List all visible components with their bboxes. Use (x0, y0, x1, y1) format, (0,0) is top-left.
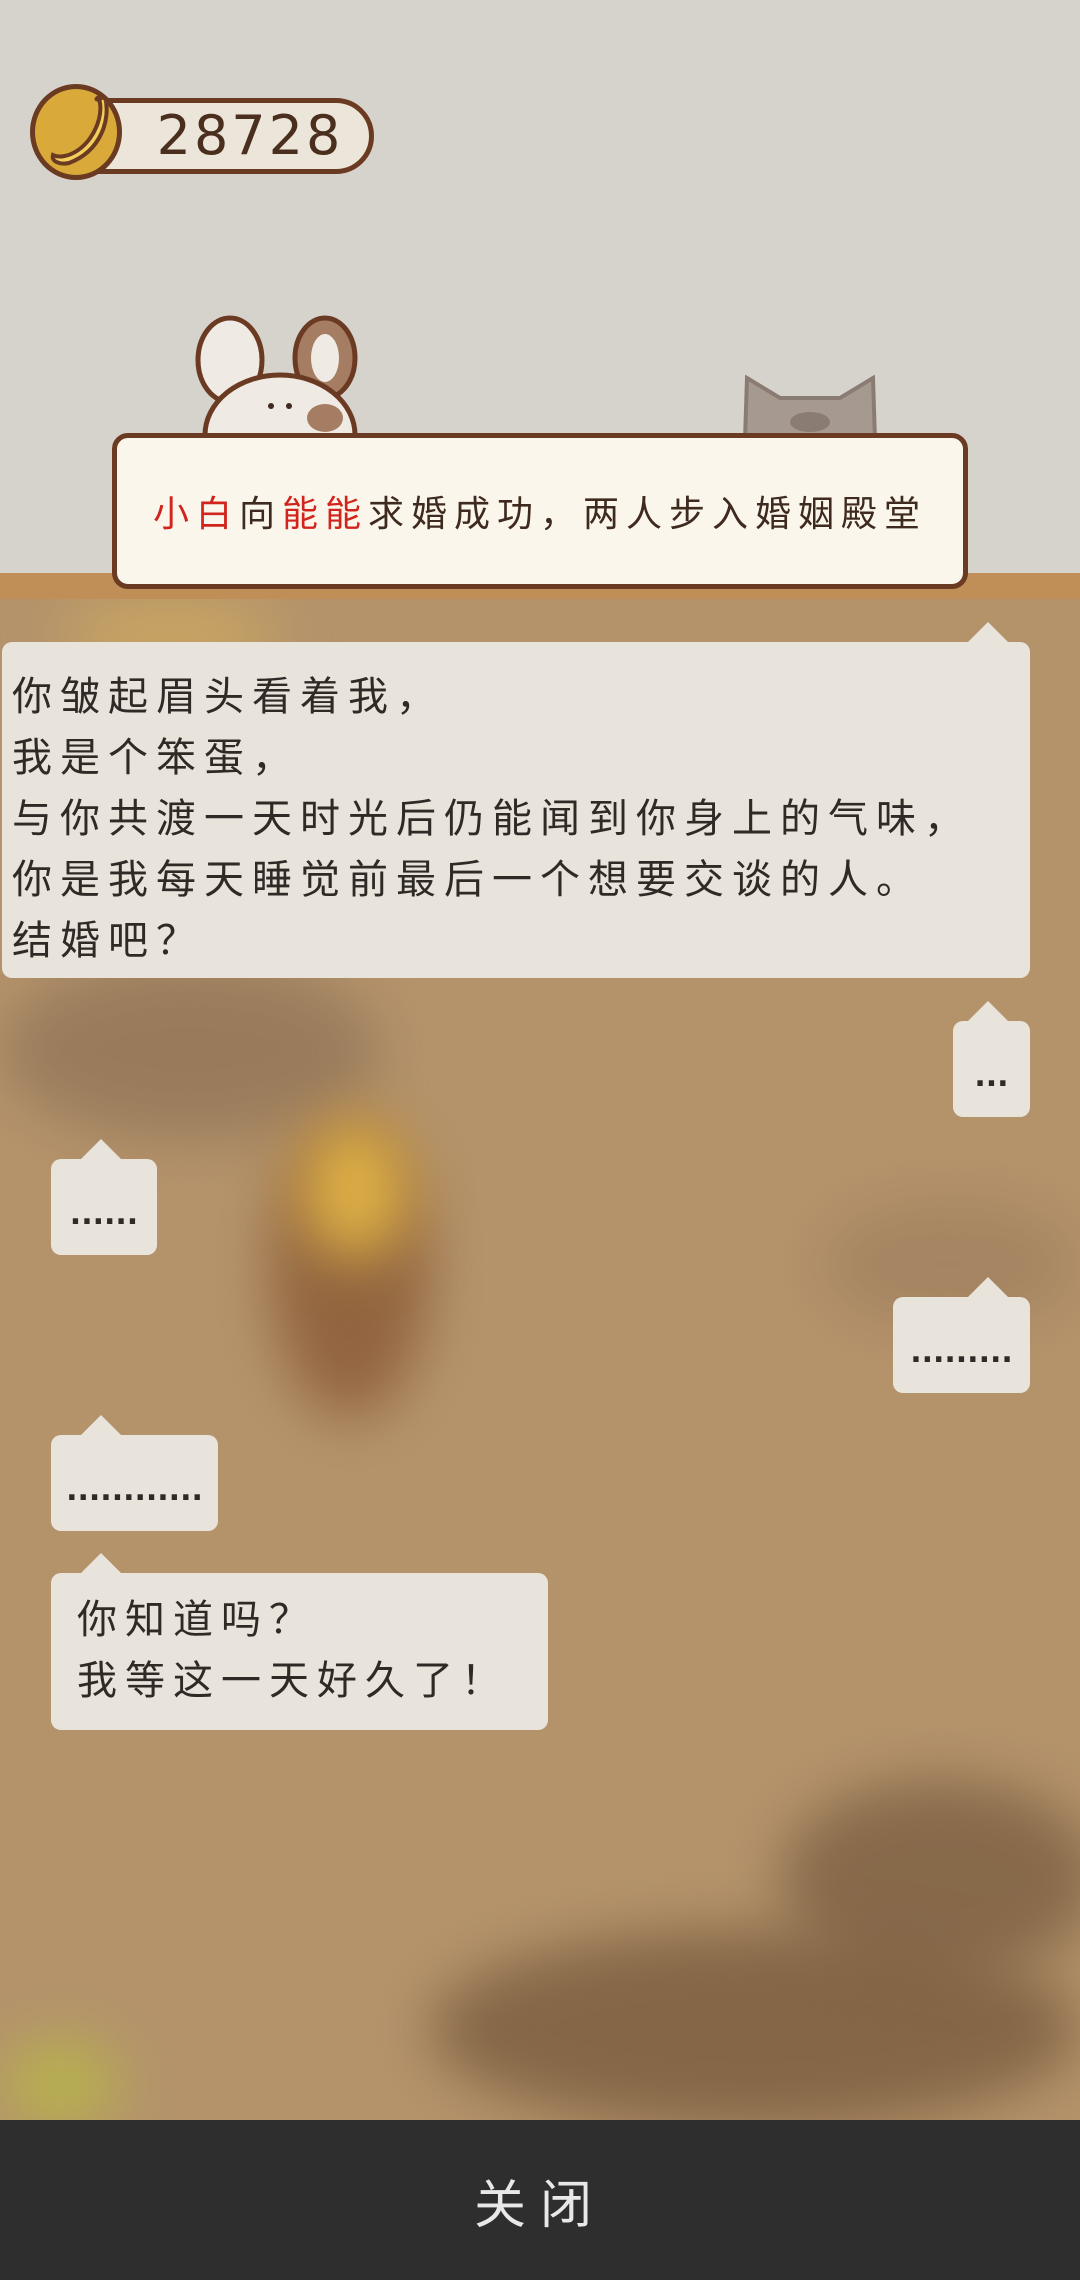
speech-line: 你皱起眉头看着我， (12, 674, 444, 720)
speech-line: 结婚吧？ (12, 918, 204, 964)
notice-conjunction: 向 (238, 494, 282, 535)
proposal-success-notice: 小白向能能 求婚成功，两人步入婚姻殿堂 (112, 433, 968, 589)
notice-name-partner: 能能 (282, 494, 369, 535)
speech-line: 我是个笨蛋， (12, 735, 300, 781)
proposal-speech-bubble: 你皱起眉头看着我， 我是个笨蛋， 与你共渡一天时光后仍能闻到你身上的气味， 你是… (2, 622, 1030, 978)
close-button[interactable]: 关闭 (0, 2120, 1080, 2280)
reply-bubble-left: ............ (51, 1415, 218, 1531)
reply-text: ... (974, 1058, 1009, 1094)
reply-bubble-right: ......... (893, 1277, 1030, 1393)
reply-text: ...... (69, 1196, 139, 1232)
reply-text: ......... (910, 1334, 1013, 1370)
notice-message: 求婚成功，两人步入婚姻殿堂 (368, 494, 928, 535)
banana-icon (30, 84, 122, 180)
reply-bubble-right: ... (953, 1001, 1030, 1117)
rabbit-character (175, 310, 385, 498)
reply-text: ............ (66, 1472, 203, 1508)
cat-character (735, 370, 885, 442)
speech-line: 你知道吗？ (77, 1597, 317, 1643)
reply-bubble-left: ...... (51, 1139, 157, 1255)
notice-name-proposer: 小白 (152, 494, 239, 535)
close-button-label: 关闭 (473, 2175, 606, 2236)
speech-line: 你是我每天睡觉前最后一个想要交谈的人。 (12, 857, 924, 903)
speech-line: 我等这一天好久了！ (77, 1658, 509, 1704)
speech-line: 与你共渡一天时光后仍能闻到你身上的气味， (12, 796, 972, 842)
final-speech-bubble: 你知道吗？ 我等这一天好久了！ (51, 1553, 548, 1730)
currency-value: 28728 (156, 104, 344, 167)
